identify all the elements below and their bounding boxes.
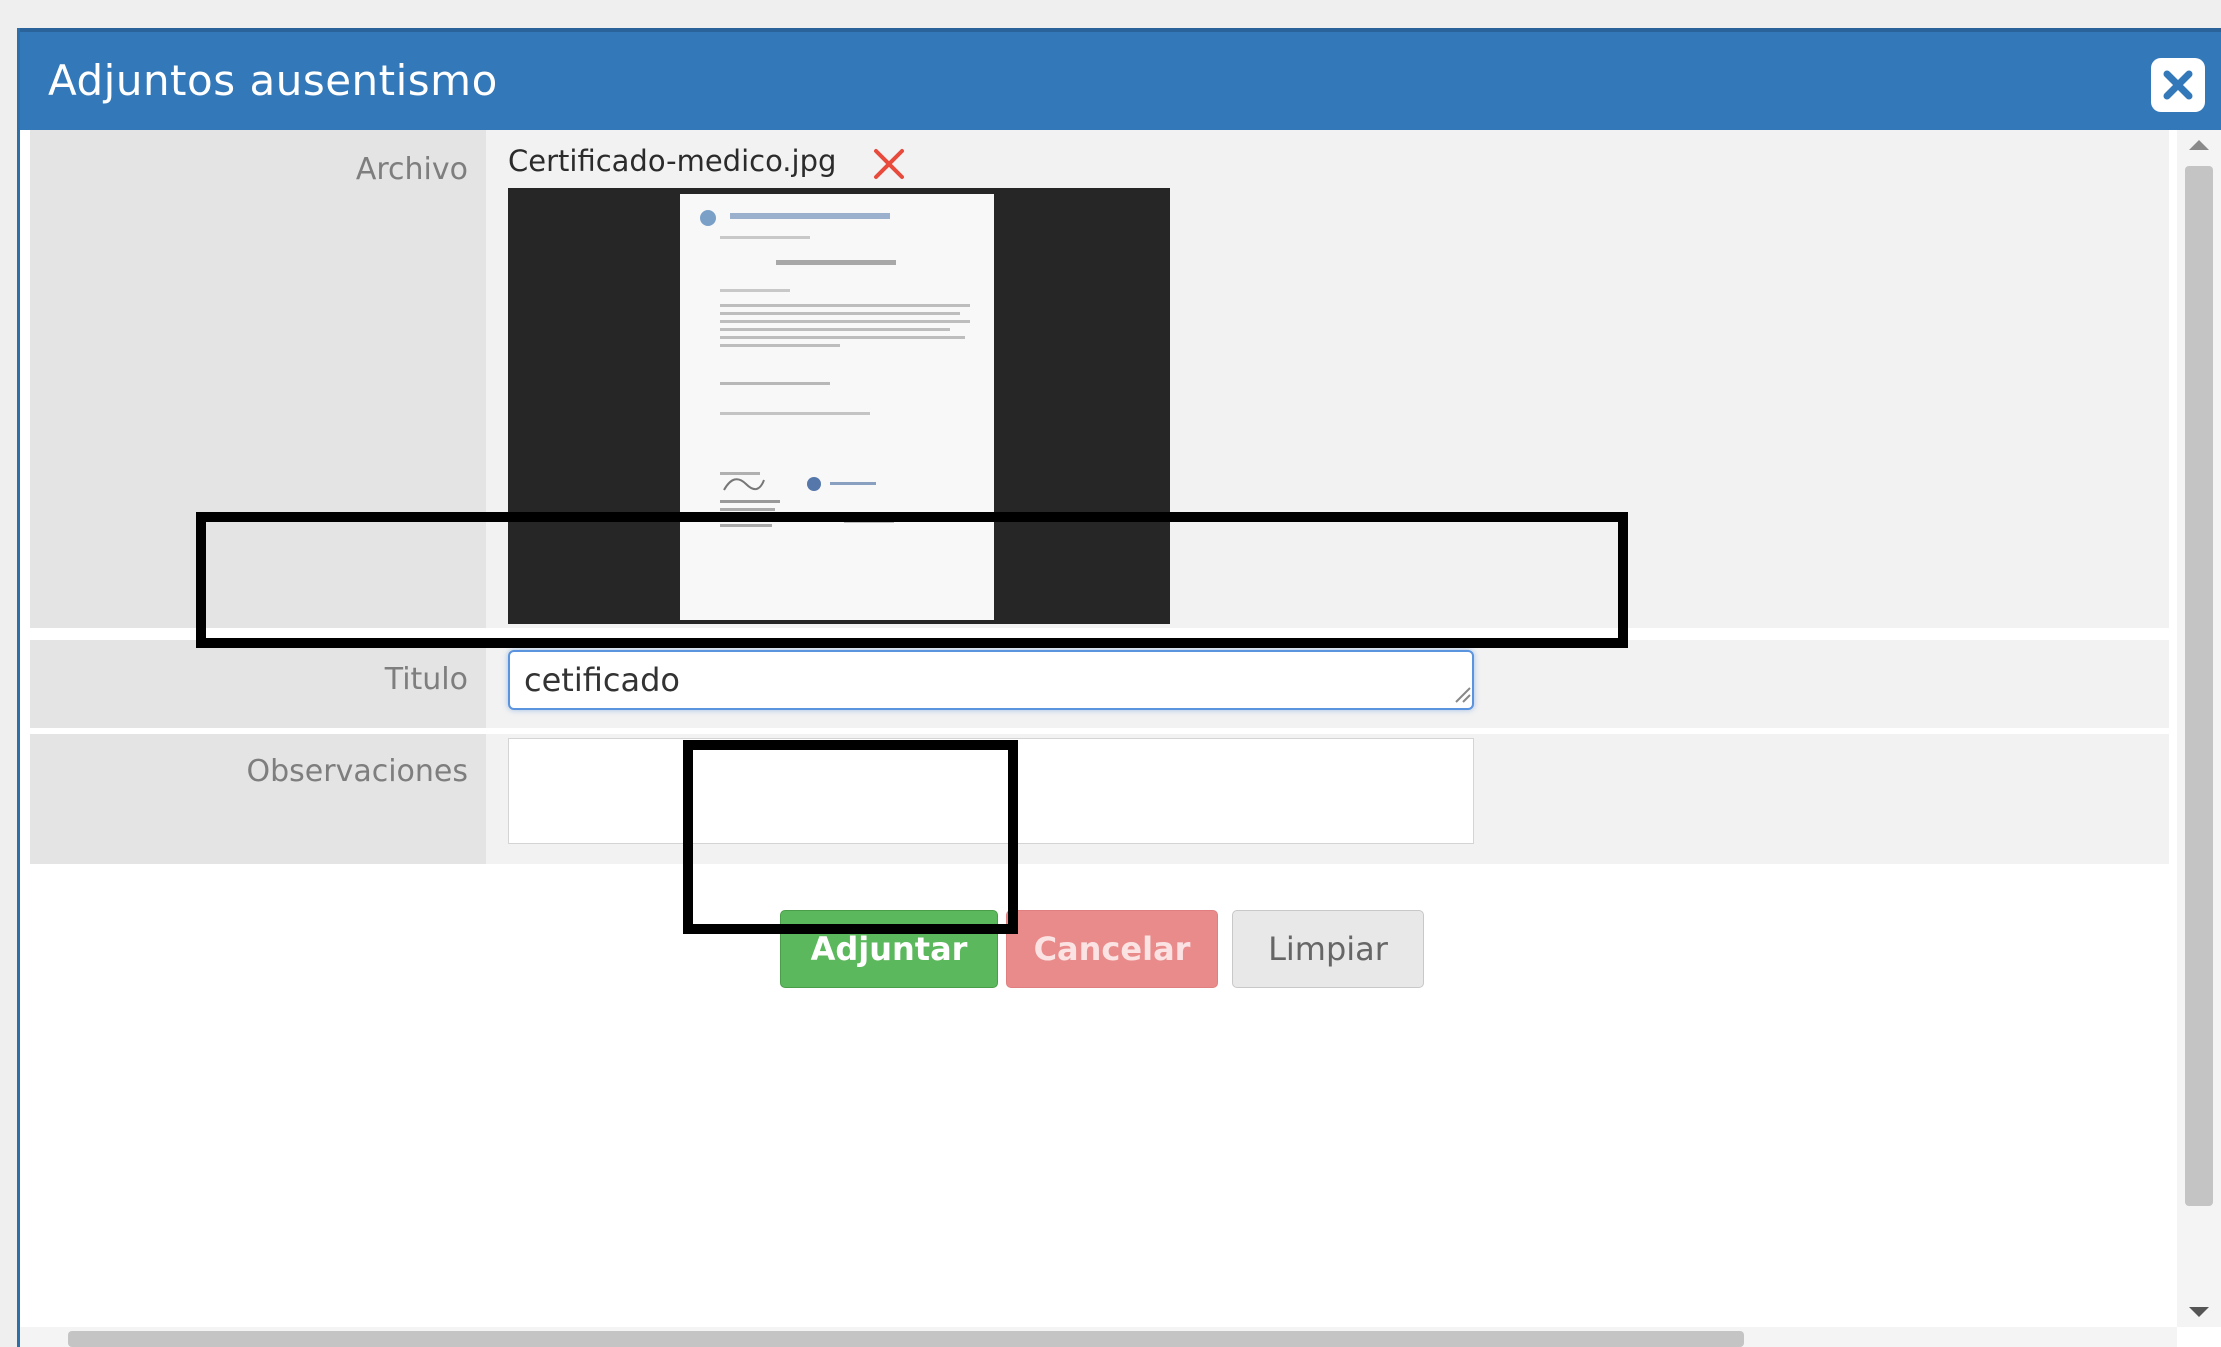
close-icon xyxy=(2163,70,2193,100)
observaciones-label: Observaciones xyxy=(30,734,486,864)
remove-file-icon[interactable] xyxy=(871,146,907,182)
file-preview[interactable] xyxy=(508,188,1170,624)
limpiar-button[interactable]: Limpiar xyxy=(1232,910,1424,988)
cancelar-button[interactable]: Cancelar xyxy=(1006,910,1218,988)
titulo-value xyxy=(486,640,2169,728)
document-thumbnail-image xyxy=(700,210,970,527)
titulo-label: Titulo xyxy=(30,640,486,728)
resize-handle-icon[interactable] xyxy=(1450,682,1472,704)
dialog-titlebar: Adjuntos ausentismo xyxy=(20,28,2221,130)
titulo-input[interactable] xyxy=(508,650,1474,710)
dialog-title: Adjuntos ausentismo xyxy=(48,56,498,105)
row-archivo: Archivo Certificado-medico.jpg xyxy=(30,130,2169,628)
scroll-down-icon[interactable] xyxy=(2189,1307,2209,1317)
file-name: Certificado-medico.jpg xyxy=(508,144,837,178)
document-thumbnail xyxy=(680,194,994,620)
archivo-value: Certificado-medico.jpg xyxy=(486,130,2169,628)
vertical-scroll-thumb[interactable] xyxy=(2185,166,2213,1206)
dialog-body: Archivo Certificado-medico.jpg Titulo ce… xyxy=(20,130,2221,1347)
scroll-up-icon[interactable] xyxy=(2189,140,2209,150)
horizontal-scroll-thumb[interactable] xyxy=(68,1331,1744,1347)
attachments-dialog: Adjuntos ausentismo Archivo Certificado-… xyxy=(17,28,2221,1347)
row-titulo: Titulo xyxy=(30,640,2169,728)
horizontal-scrollbar[interactable] xyxy=(20,1327,2177,1347)
observaciones-textarea[interactable] xyxy=(508,738,1474,844)
close-button[interactable] xyxy=(2151,58,2205,112)
observaciones-value xyxy=(486,734,2169,864)
archivo-label: Archivo xyxy=(30,130,486,628)
vertical-scrollbar[interactable] xyxy=(2177,130,2221,1327)
row-observaciones: Observaciones xyxy=(30,734,2169,864)
adjuntar-button[interactable]: Adjuntar xyxy=(780,910,998,988)
